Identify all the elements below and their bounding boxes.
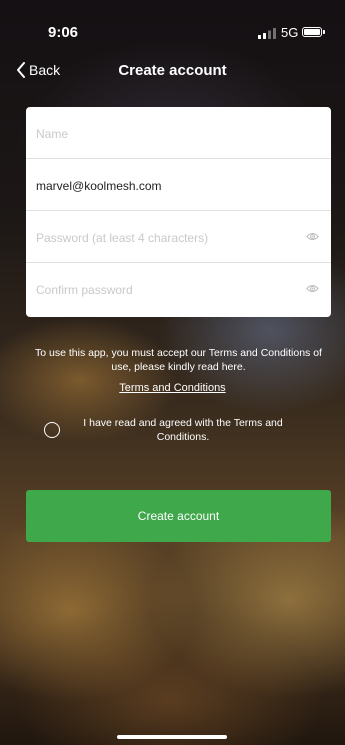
password-field-row bbox=[26, 211, 331, 265]
confirm-password-input[interactable] bbox=[34, 263, 298, 317]
confirm-password-field-row bbox=[26, 263, 331, 317]
status-bar: 9:06 5G bbox=[0, 0, 345, 50]
status-time: 9:06 bbox=[48, 24, 79, 41]
password-input[interactable] bbox=[34, 211, 298, 265]
home-indicator bbox=[117, 735, 227, 739]
page-title: Create account bbox=[118, 62, 227, 79]
navigation-bar: Back Create account bbox=[0, 56, 345, 88]
network-label: 5G bbox=[281, 25, 299, 40]
battery-icon bbox=[302, 27, 325, 37]
terms-notice: To use this app, you must accept our Ter… bbox=[35, 347, 322, 373]
agree-terms-label: I have read and agreed with the Terms an… bbox=[83, 417, 283, 443]
eye-icon[interactable] bbox=[306, 283, 319, 294]
name-input[interactable] bbox=[34, 107, 298, 161]
eye-icon[interactable] bbox=[306, 231, 319, 242]
agree-terms-row[interactable]: I have read and agreed with the Terms an… bbox=[44, 416, 304, 446]
terms-link-row: Terms and Conditions bbox=[0, 378, 345, 396]
create-account-button[interactable]: Create account bbox=[26, 490, 331, 542]
name-field-row bbox=[26, 107, 331, 161]
signal-icon bbox=[258, 28, 276, 39]
agree-radio-button[interactable] bbox=[44, 422, 60, 438]
email-field-row bbox=[26, 159, 331, 213]
email-input[interactable] bbox=[34, 159, 298, 213]
account-form bbox=[26, 107, 331, 317]
terms-link[interactable]: Terms and Conditions bbox=[119, 382, 225, 394]
